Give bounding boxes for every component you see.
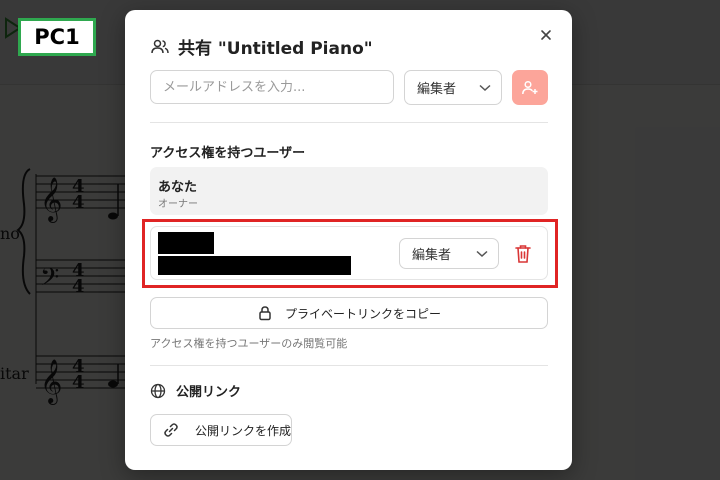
annotation-label: PC1: [18, 18, 96, 56]
invite-role-value: 編集者: [417, 82, 457, 97]
user-plus-icon: [522, 80, 538, 94]
dialog-title: 共有 "Untitled Piano": [178, 39, 373, 59]
divider: [150, 122, 548, 123]
link-icon: [164, 423, 178, 437]
users-icon: [151, 39, 169, 53]
public-link-heading: 公開リンク: [176, 385, 242, 400]
create-public-link-label: 公開リンクを作成: [195, 423, 292, 438]
copy-private-link-button[interactable]: プライベートリンクをコピー: [150, 297, 548, 329]
globe-icon: [150, 383, 166, 398]
trash-icon[interactable]: [513, 243, 533, 265]
user-role-label: オーナー: [158, 199, 198, 210]
public-link-header: 公開リンク: [150, 381, 241, 400]
create-public-link-button[interactable]: 公開リンクを作成: [150, 414, 292, 446]
user-row-owner: あなた オーナー: [150, 167, 548, 215]
access-section-heading: アクセス権を持つユーザー: [150, 146, 306, 161]
private-link-note: アクセス権を持つユーザーのみ閲覧可能: [150, 337, 348, 350]
share-dialog: 共有 "Untitled Piano" 編集者 アクセス権を持つユーザー あなた…: [125, 10, 572, 470]
invite-role-select[interactable]: 編集者: [404, 70, 502, 105]
close-icon[interactable]: [535, 24, 557, 46]
chevron-down-icon: [476, 250, 488, 257]
add-user-button[interactable]: [512, 70, 548, 105]
redacted-user-name: [158, 232, 214, 254]
user-name: あなた: [158, 180, 198, 195]
lock-icon: [259, 306, 271, 321]
divider: [150, 365, 548, 366]
chevron-down-icon: [479, 84, 491, 91]
copy-private-link-label: プライベートリンクをコピー: [284, 306, 441, 321]
redacted-user-email: [158, 256, 351, 275]
email-input[interactable]: [150, 70, 394, 104]
dialog-header: 共有 "Untitled Piano": [150, 34, 373, 59]
user-role-value: 編集者: [412, 248, 452, 263]
user-role-select[interactable]: 編集者: [399, 238, 499, 269]
